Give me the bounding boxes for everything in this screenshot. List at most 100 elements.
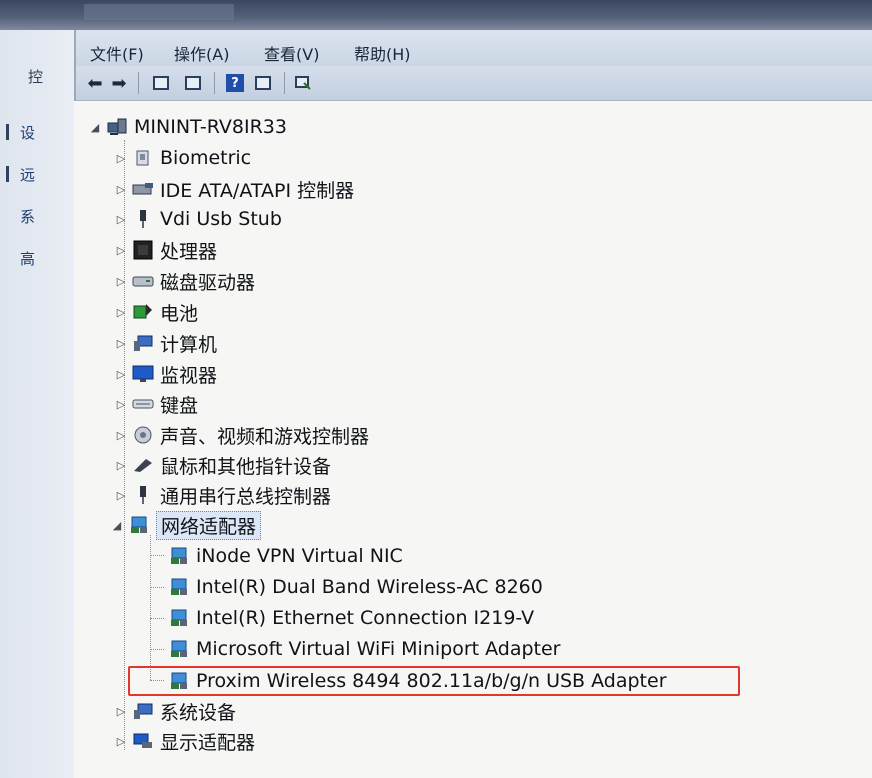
network-adapter-label: Microsoft Virtual WiFi Miniport Adapter	[196, 638, 561, 660]
tree-connector	[150, 587, 164, 588]
tree-item-processor[interactable]: ▷ 处理器	[114, 236, 217, 264]
network-adapter-icon	[168, 639, 190, 659]
tree-item-disk[interactable]: ▷ 磁盘驱动器	[114, 267, 255, 295]
background-link[interactable]: 高	[20, 248, 35, 269]
tree-item-computer[interactable]: ▷ 计算机	[114, 329, 217, 357]
disk-drive-icon	[132, 271, 154, 291]
tree-item-sound[interactable]: ▷ 声音、视频和游戏控制器	[114, 421, 369, 449]
usb-plug-icon	[132, 485, 154, 505]
title-bar	[0, 0, 872, 30]
expand-arrow-icon[interactable]: ▷	[114, 152, 128, 165]
expand-arrow-icon[interactable]: ▷	[114, 459, 128, 472]
network-adapter-item[interactable]: Intel(R) Dual Band Wireless-AC 8260	[164, 573, 543, 601]
keyboard-icon	[132, 394, 154, 414]
battery-icon	[132, 302, 154, 322]
tree-item-label: IDE ATA/ATAPI 控制器	[160, 179, 355, 202]
forward-arrow-icon[interactable]: ➡	[108, 72, 130, 94]
expand-arrow-icon[interactable]: ▷	[114, 275, 128, 288]
computer-icon	[106, 117, 128, 137]
tree-item-label: 电池	[160, 302, 199, 325]
network-adapter-item[interactable]: iNode VPN Virtual NIC	[164, 542, 403, 570]
expand-arrow-icon[interactable]: ▷	[114, 337, 128, 350]
tree-item-label-selected: 网络适配器	[156, 510, 262, 540]
root-label: MININT-RV8IR33	[134, 116, 287, 138]
tree-connector	[150, 618, 164, 619]
tree-item-label: Vdi Usb Stub	[160, 208, 282, 230]
tree-root[interactable]: ◢ MININT-RV8IR33	[88, 113, 287, 141]
back-arrow-icon[interactable]: ⬅	[84, 72, 106, 94]
biometric-icon	[132, 148, 154, 168]
expand-arrow-icon[interactable]: ▷	[114, 429, 128, 442]
background-link[interactable]: 设	[20, 122, 35, 143]
tree-item-system-devices[interactable]: ▷ 系统设备	[114, 697, 236, 725]
expand-arrow-icon[interactable]: ▷	[114, 398, 128, 411]
monitor-icon	[132, 364, 154, 384]
tree-item-vdi-usb[interactable]: ▷ Vdi Usb Stub	[114, 205, 282, 233]
usb-plug-icon	[132, 209, 154, 229]
tree-item-battery[interactable]: ▷ 电池	[114, 298, 198, 326]
ide-controller-icon	[132, 179, 154, 199]
tree-item-label: 声音、视频和游戏控制器	[160, 425, 370, 448]
collapse-arrow-icon[interactable]: ◢	[88, 121, 102, 134]
tree-item-usb-controller[interactable]: ▷ 通用串行总线控制器	[114, 481, 331, 509]
network-adapter-item[interactable]: Intel(R) Ethernet Connection I219-V	[164, 604, 534, 632]
expand-arrow-icon[interactable]: ▷	[114, 213, 128, 226]
tree-item-label: 磁盘驱动器	[160, 271, 256, 294]
toolbar: ⬅ ➡ ?	[76, 66, 872, 101]
menu-help[interactable]: 帮助(H)	[354, 41, 411, 65]
tree-connector	[150, 555, 164, 556]
tree-item-label: 键盘	[160, 394, 199, 417]
tree-item-biometric[interactable]: ▷ Biometric	[114, 144, 251, 172]
network-adapter-icon	[128, 515, 150, 535]
background-panel-title: 控	[28, 68, 44, 86]
expand-arrow-icon[interactable]: ▷	[114, 489, 128, 502]
window-title-ghost	[84, 4, 234, 20]
help-icon[interactable]: ?	[224, 72, 246, 94]
background-control-panel: 控 设 远 系 高	[0, 30, 74, 778]
expand-arrow-icon[interactable]: ▷	[114, 183, 128, 196]
update-driver-icon[interactable]	[292, 72, 314, 94]
view-icon[interactable]	[252, 72, 274, 94]
tree-item-label: 显示适配器	[160, 731, 256, 754]
toolbar-separator	[138, 72, 139, 94]
show-hide-tree-icon[interactable]	[150, 72, 172, 94]
speaker-icon	[132, 425, 154, 445]
tree-item-monitor[interactable]: ▷ 监视器	[114, 360, 217, 388]
highlight-annotation-box	[128, 666, 740, 696]
network-adapter-item[interactable]: Microsoft Virtual WiFi Miniport Adapter	[164, 635, 561, 663]
menu-view[interactable]: 查看(V)	[264, 41, 319, 65]
menu-file[interactable]: 文件(F)	[90, 41, 144, 65]
tree-item-ide[interactable]: ▷ IDE ATA/ATAPI 控制器	[114, 175, 354, 203]
toolbar-separator	[284, 72, 285, 94]
toolbar-separator	[214, 72, 215, 94]
tree-item-label: 计算机	[160, 333, 218, 356]
mouse-icon	[132, 455, 154, 475]
tree-connector	[150, 649, 164, 650]
tree-item-keyboard[interactable]: ▷ 键盘	[114, 390, 198, 418]
expand-arrow-icon[interactable]: ▷	[114, 735, 128, 748]
tree-connector	[150, 535, 151, 680]
display-adapter-icon	[132, 731, 154, 751]
expand-arrow-icon[interactable]: ▷	[114, 368, 128, 381]
expand-arrow-icon[interactable]: ▷	[114, 306, 128, 319]
tree-item-mouse[interactable]: ▷ 鼠标和其他指针设备	[114, 451, 331, 479]
network-adapter-label: Intel(R) Ethernet Connection I219-V	[196, 607, 535, 629]
tree-item-display-adapters[interactable]: ▷ 显示适配器	[114, 727, 255, 755]
network-adapter-label: iNode VPN Virtual NIC	[196, 545, 403, 567]
properties-icon[interactable]	[182, 72, 204, 94]
expand-arrow-icon[interactable]: ▷	[114, 705, 128, 718]
expand-arrow-icon[interactable]: ▷	[114, 244, 128, 257]
tree-item-label: Biometric	[160, 147, 252, 169]
background-link[interactable]: 系	[20, 206, 35, 227]
system-device-icon	[132, 701, 154, 721]
tree-item-label: 监视器	[160, 364, 218, 387]
network-adapter-icon	[168, 608, 190, 628]
menu-bar: 文件(F) 操作(A) 查看(V) 帮助(H)	[76, 30, 872, 66]
network-adapter-label: Intel(R) Dual Band Wireless-AC 8260	[196, 576, 543, 598]
background-link[interactable]: 远	[20, 164, 35, 185]
collapse-arrow-icon[interactable]: ◢	[110, 519, 124, 532]
tree-item-network-adapters[interactable]: ◢ 网络适配器	[110, 510, 262, 540]
computer-icon	[132, 333, 154, 353]
menu-action[interactable]: 操作(A)	[174, 41, 229, 65]
tree-item-label: 系统设备	[160, 701, 237, 724]
